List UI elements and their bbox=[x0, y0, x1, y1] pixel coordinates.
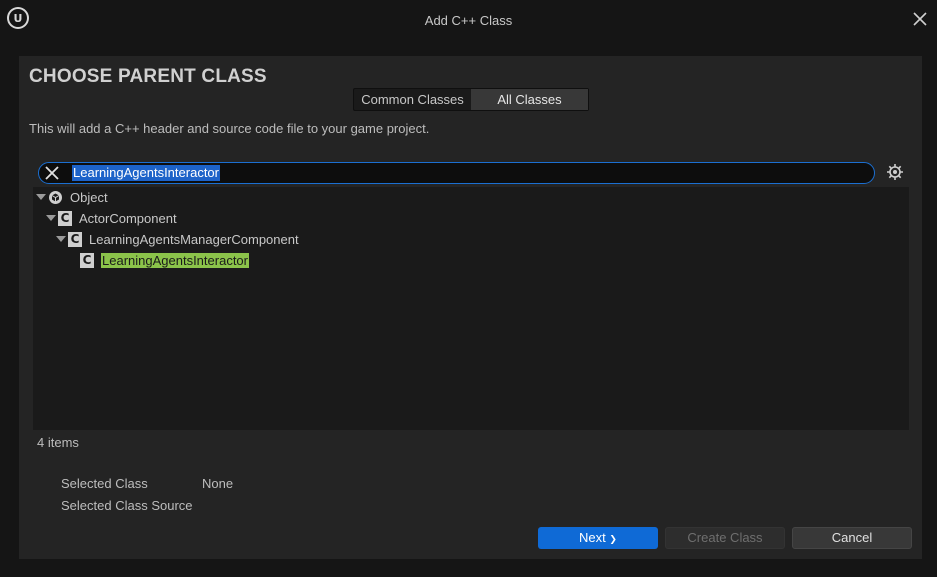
class-icon: C bbox=[80, 252, 94, 268]
tab-common-classes[interactable]: Common Classes bbox=[354, 89, 471, 110]
title-bar: U Add C++ Class bbox=[0, 0, 937, 42]
expand-arrow-icon[interactable] bbox=[46, 215, 56, 221]
search-input[interactable]: LearningAgentsInteractor bbox=[38, 162, 875, 184]
create-class-button[interactable]: Create Class bbox=[665, 527, 785, 549]
tree-item-label: ActorComponent bbox=[79, 210, 177, 226]
window-title: Add C++ Class bbox=[424, 13, 513, 28]
cancel-button[interactable]: Cancel bbox=[792, 527, 912, 549]
tree-row-selected[interactable]: C LearningAgentsInteractor bbox=[80, 250, 249, 270]
selected-class-value: None bbox=[202, 476, 234, 491]
tab-all-classes[interactable]: All Classes bbox=[471, 89, 588, 110]
selected-class-source-label: Selected Class Source bbox=[61, 498, 193, 513]
gear-icon[interactable] bbox=[886, 163, 904, 181]
next-button-label: Next bbox=[579, 530, 606, 545]
chevron-right-icon: ❯ bbox=[609, 535, 617, 545]
dialog-panel: CHOOSE PARENT CLASS Common Classes All C… bbox=[19, 56, 922, 559]
next-button[interactable]: Next ❯ bbox=[538, 527, 658, 549]
class-filter-tabs: Common Classes All Classes bbox=[353, 88, 589, 111]
description-text: This will add a C++ header and source co… bbox=[29, 121, 430, 136]
expand-arrow-icon[interactable] bbox=[36, 194, 46, 200]
object-icon bbox=[49, 190, 62, 204]
search-value[interactable]: LearningAgentsInteractor bbox=[72, 165, 220, 181]
tree-row[interactable]: C LearningAgentsManagerComponent bbox=[56, 229, 299, 249]
class-icon: C bbox=[58, 210, 72, 226]
class-tree: Object C ActorComponent C LearningAgents… bbox=[33, 187, 909, 430]
expand-arrow-icon[interactable] bbox=[56, 236, 66, 242]
tree-item-label: Object bbox=[70, 189, 108, 205]
class-icon: C bbox=[68, 231, 82, 247]
clear-search-icon[interactable] bbox=[44, 165, 60, 181]
selected-class-label: Selected Class bbox=[61, 476, 148, 491]
close-icon[interactable] bbox=[911, 10, 929, 28]
page-title: CHOOSE PARENT CLASS bbox=[29, 66, 267, 87]
tree-row[interactable]: Object bbox=[36, 187, 108, 207]
tree-item-label: LearningAgentsManagerComponent bbox=[89, 231, 299, 247]
tree-row[interactable]: C ActorComponent bbox=[46, 208, 177, 228]
tree-item-label: LearningAgentsInteractor bbox=[101, 252, 249, 268]
item-count: 4 items bbox=[37, 435, 79, 450]
